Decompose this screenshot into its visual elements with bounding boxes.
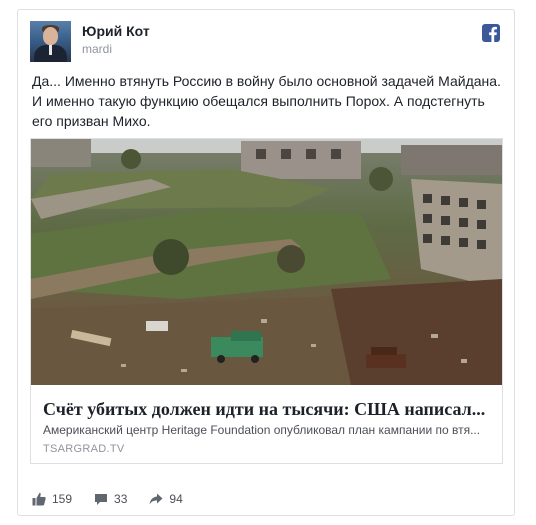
embedded-post-card: Юрий Кот mardi Да... Именно втянуть Росс… bbox=[17, 9, 515, 516]
engagement-stats: 159 33 94 bbox=[32, 490, 205, 508]
link-preview-image[interactable] bbox=[31, 139, 502, 385]
link-preview[interactable]: Счёт убитых должен идти на тысячи: США н… bbox=[30, 138, 503, 464]
share-icon bbox=[149, 493, 163, 505]
likes-count: 159 bbox=[52, 492, 73, 506]
comment-icon bbox=[95, 493, 108, 505]
comments-stat[interactable]: 33 bbox=[94, 492, 127, 506]
link-description: Американский центр Heritage Foundation о… bbox=[43, 423, 481, 437]
facebook-icon[interactable] bbox=[482, 24, 500, 42]
likes-stat[interactable]: 159 bbox=[32, 492, 72, 506]
author-handle[interactable]: mardi bbox=[82, 42, 112, 56]
comments-count: 33 bbox=[114, 492, 128, 506]
link-domain: TSARGRAD.TV bbox=[43, 443, 125, 455]
thumbs-up-icon bbox=[32, 492, 46, 506]
link-title[interactable]: Счёт убитых должен идти на тысячи: США н… bbox=[43, 399, 493, 420]
post-text: Да... Именно втянуть Россию в войну было… bbox=[32, 73, 501, 129]
war-ruins-photo bbox=[31, 139, 502, 385]
shares-count: 94 bbox=[169, 492, 183, 506]
avatar[interactable] bbox=[30, 21, 71, 62]
author-name[interactable]: Юрий Кот bbox=[82, 23, 150, 39]
shares-stat[interactable]: 94 bbox=[149, 492, 183, 506]
